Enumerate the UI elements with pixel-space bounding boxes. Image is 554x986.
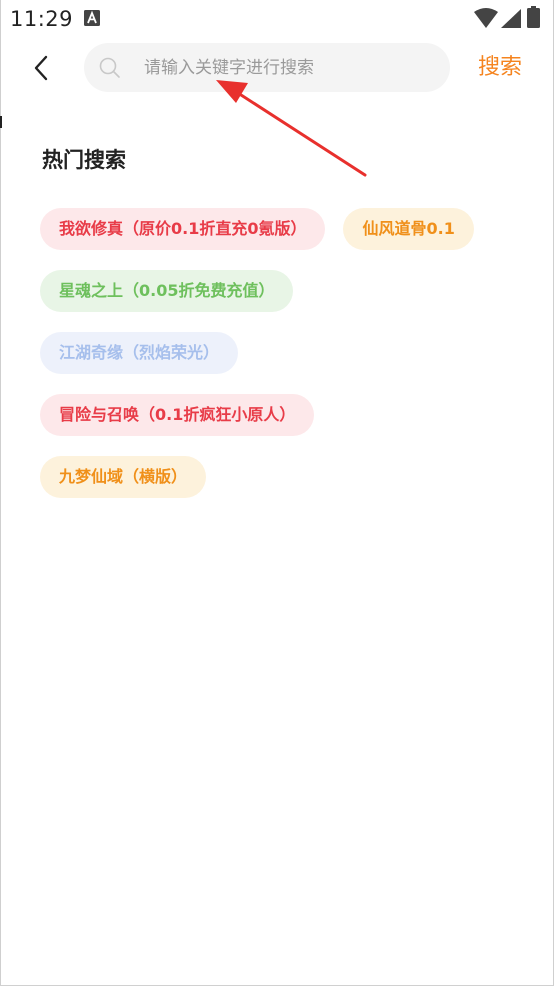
search-icon — [99, 57, 120, 78]
hot-search-tag[interactable]: 星魂之上（0.05折免费充值） — [40, 270, 294, 312]
wifi-icon — [474, 8, 498, 28]
search-box[interactable] — [84, 43, 450, 92]
back-button[interactable] — [22, 48, 60, 88]
chevron-left-icon — [34, 55, 48, 81]
hot-search-tag[interactable]: 冒险与召唤（0.1折疯狂小原人） — [40, 394, 315, 436]
tag-row: 我欲修真（原价0.1折直充0氪版） 仙风道骨0.1 — [40, 208, 520, 250]
battery-icon — [527, 6, 540, 28]
hot-search-tag[interactable]: 仙风道骨0.1 — [343, 208, 474, 250]
hot-search-tag[interactable]: 九梦仙域（横版） — [40, 456, 207, 498]
tag-row: 江湖奇缘（烈焰荣光） — [40, 332, 520, 374]
hot-search-tag[interactable]: 我欲修真（原价0.1折直充0氪版） — [40, 208, 326, 250]
hot-search-title: 热门搜索 — [42, 148, 126, 172]
hot-search-tag[interactable]: 江湖奇缘（烈焰荣光） — [40, 332, 239, 374]
tag-row: 冒险与召唤（0.1折疯狂小原人） — [40, 394, 520, 436]
tag-row: 星魂之上（0.05折免费充值） — [40, 270, 520, 312]
frame-edge-mark — [0, 116, 2, 128]
hot-search-tags: 我欲修真（原价0.1折直充0氪版） 仙风道骨0.1 星魂之上（0.05折免费充值… — [40, 208, 520, 518]
tag-row: 九梦仙域（横版） — [40, 456, 520, 498]
frame-left-border — [0, 0, 1, 986]
search-input[interactable] — [144, 43, 434, 92]
signal-icon — [501, 9, 521, 28]
a-notification-icon — [84, 10, 100, 26]
status-bar: 11:29 — [0, 0, 554, 36]
status-time: 11:29 — [10, 7, 74, 31]
search-button[interactable]: 搜索 — [478, 52, 522, 84]
